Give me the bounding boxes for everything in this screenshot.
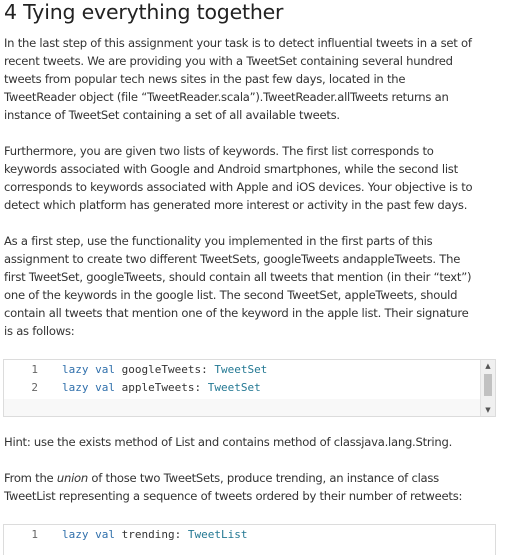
paragraph-keywords: Furthermore, you are given two lists of … (4, 142, 500, 214)
text-fragment: of those two TweetSets, produce trending… (87, 471, 439, 485)
keyword-token: lazy val (62, 528, 115, 541)
type-token: TweetSet (207, 381, 261, 394)
scroll-down-arrow-icon[interactable]: ▼ (481, 404, 495, 416)
identifier-token: googleTweets: (121, 363, 208, 376)
text-line: is as follows: (4, 324, 75, 338)
scrollbar-thumb[interactable] (484, 374, 492, 396)
text-line: Furthermore, you are given two lists of … (4, 144, 434, 158)
text-line: assignment to create two different Tweet… (4, 252, 461, 266)
text-line: TweetList representing a sequence of twe… (4, 489, 463, 503)
text-line: corresponds to keywords associated with … (4, 180, 473, 194)
text-line: detect which platform has generated more… (4, 198, 468, 212)
emphasis-union: union (56, 471, 88, 485)
assignment-page: 4 Tying everything together In the last … (0, 0, 506, 556)
code-line: 1 lazy val trending: TweetList (4, 526, 495, 544)
text-line: tweets from popular tech news sites in t… (4, 72, 406, 86)
line-number: 1 (31, 363, 38, 376)
code-block-trending[interactable]: 1 lazy val trending: TweetList (3, 524, 496, 556)
code-lines: 1 lazy val trending: TweetList (4, 525, 495, 556)
paragraph-intro: In the last step of this assignment your… (4, 34, 500, 124)
text-line: keywords associated with Google and Andr… (4, 162, 458, 176)
text-line: first TweetSet, googleTweets, should con… (4, 270, 472, 284)
identifier-token: trending: (121, 528, 182, 541)
scroll-up-arrow-icon[interactable]: ▲ (481, 360, 495, 372)
section-heading: 4 Tying everything together (4, 0, 284, 24)
code-block-signatures[interactable]: 1 lazy val googleTweets: TweetSet 2 lazy v… (3, 359, 496, 417)
paragraph-trending: From the union of those two TweetSets, p… (4, 469, 500, 505)
code-line: 1 lazy val googleTweets: TweetSet (4, 361, 480, 379)
text-line: In the last step of this assignment your… (4, 36, 472, 50)
text-line: From the union of those two TweetSets, p… (4, 469, 500, 487)
text-line: one of the keywords in the google list. … (4, 288, 458, 302)
code-line: 2 lazy val appleTweets: TweetSet (4, 379, 480, 397)
text-line: TweetReader object (file “TweetReader.sc… (4, 90, 449, 104)
vertical-scrollbar[interactable]: ▲ ▼ (480, 360, 495, 416)
text-line: contain all tweets that mention one of t… (4, 306, 469, 320)
keyword-token: lazy val (62, 381, 115, 394)
text-line: As a first step, use the functionality y… (4, 234, 433, 248)
type-token: TweetList (187, 528, 248, 541)
text-fragment: From the (4, 471, 57, 485)
paragraph-hint: Hint: use the exists method of List and … (4, 433, 500, 451)
text-line: instance of TweetSet containing a set of… (4, 108, 340, 122)
paragraph-first-step: As a first step, use the functionality y… (4, 232, 500, 340)
line-number: 2 (31, 381, 38, 394)
text-line: recent tweets. We are providing you with… (4, 54, 453, 68)
keyword-token: lazy val (62, 363, 115, 376)
line-number: 1 (31, 528, 38, 541)
identifier-token: appleTweets: (121, 381, 202, 394)
hint-text: Hint: use the exists method of List and … (4, 435, 453, 449)
code-lines: 1 lazy val googleTweets: TweetSet 2 lazy v… (4, 360, 480, 399)
type-token: TweetSet (214, 363, 268, 376)
